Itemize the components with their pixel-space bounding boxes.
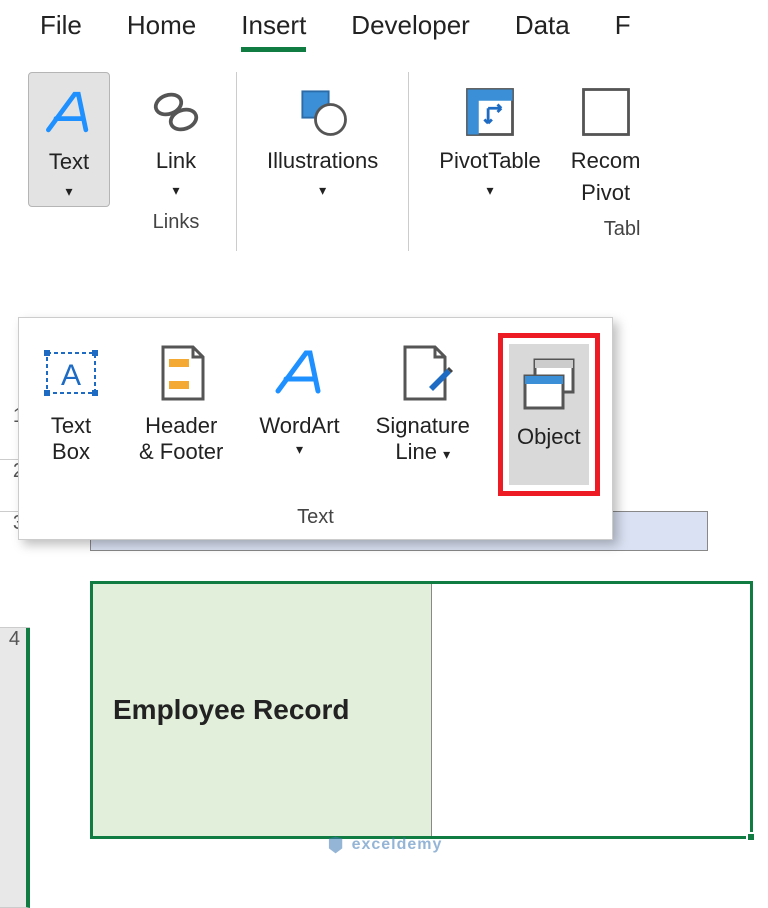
pivottable-dropdown-button[interactable]: PivotTable ▾ — [429, 72, 551, 212]
textbox-label-2: Box — [52, 439, 90, 465]
chevron-down-icon: ▾ — [296, 441, 303, 458]
text-group-label: Text — [31, 506, 600, 529]
signature-line-label-2: Line ▾ — [395, 439, 450, 465]
object-icon — [517, 352, 581, 416]
textbox-button[interactable]: A Text Box — [31, 333, 111, 474]
empty-cell-right — [432, 584, 750, 836]
watermark: exceldemy — [326, 835, 443, 855]
wordart-dropdown-button[interactable]: WordArt ▾ — [251, 333, 347, 466]
row-header-4[interactable]: 4 — [0, 628, 30, 908]
selected-cell[interactable]: Employee Record — [90, 581, 753, 839]
header-footer-button[interactable]: Header & Footer — [131, 333, 231, 474]
link-icon — [146, 82, 206, 142]
employee-record-cell: Employee Record — [93, 584, 432, 836]
recommended-pivottables-button[interactable]: Recom Pivot — [571, 72, 641, 212]
pivottable-icon — [460, 82, 520, 142]
ribbon: Text ▾ Link ▾ Links Illustrations ▾ Pivo… — [0, 62, 768, 251]
tab[interactable]: F — [615, 10, 631, 52]
signature-line-dropdown-button[interactable]: Signature Line ▾ — [368, 333, 478, 474]
textbox-label-1: Text — [51, 413, 91, 439]
text-dropdown-button[interactable]: Text ▾ — [28, 72, 110, 207]
header-footer-label-2: & Footer — [139, 439, 223, 465]
tab[interactable]: Insert — [241, 10, 306, 52]
signature-label-1: Signature — [376, 413, 470, 439]
watermark-icon — [326, 835, 346, 855]
chevron-down-icon: ▾ — [319, 182, 326, 199]
chevron-down-icon: ▾ — [65, 183, 72, 200]
signature-icon — [391, 341, 455, 405]
link-dropdown-button[interactable]: Link ▾ — [136, 72, 216, 205]
link-label: Link — [156, 148, 196, 174]
illustrations-dropdown-button[interactable]: Illustrations ▾ — [257, 72, 388, 205]
object-label: Object — [517, 424, 581, 450]
header-footer-label-1: Header — [145, 413, 217, 439]
recom-label-2: Pivot — [581, 180, 630, 206]
svg-text:A: A — [61, 359, 81, 392]
text-icon — [39, 83, 99, 143]
tab[interactable]: Home — [127, 10, 196, 52]
header-footer-icon — [149, 341, 213, 405]
pivottable-label: PivotTable — [439, 148, 541, 174]
chevron-down-icon: ▾ — [487, 182, 494, 199]
recom-label-1: Recom — [571, 148, 641, 174]
wordart-label: WordArt — [259, 413, 339, 439]
tabs-bar: File Home Insert Developer Data F — [0, 0, 768, 62]
illustrations-icon — [293, 82, 353, 142]
links-group-label: Links — [153, 211, 200, 234]
chevron-down-icon: ▾ — [172, 182, 179, 199]
object-button[interactable]: Object — [509, 344, 589, 485]
recommended-pivot-icon — [576, 82, 636, 142]
tab[interactable]: File — [40, 10, 82, 52]
chevron-down-icon: ▾ — [443, 446, 450, 462]
tab[interactable]: Data — [515, 10, 570, 52]
text-gallery: A Text Box Header & Footer WordArt ▾ Sig… — [18, 317, 613, 540]
textbox-icon: A — [39, 341, 103, 405]
wordart-icon — [268, 341, 332, 405]
illustrations-label: Illustrations — [267, 148, 378, 174]
text-label: Text — [49, 149, 89, 175]
object-highlight-box: Object — [498, 333, 600, 496]
selection-handle[interactable] — [746, 832, 756, 842]
tables-group-label: Tabl — [604, 218, 641, 241]
tab[interactable]: Developer — [351, 10, 470, 52]
